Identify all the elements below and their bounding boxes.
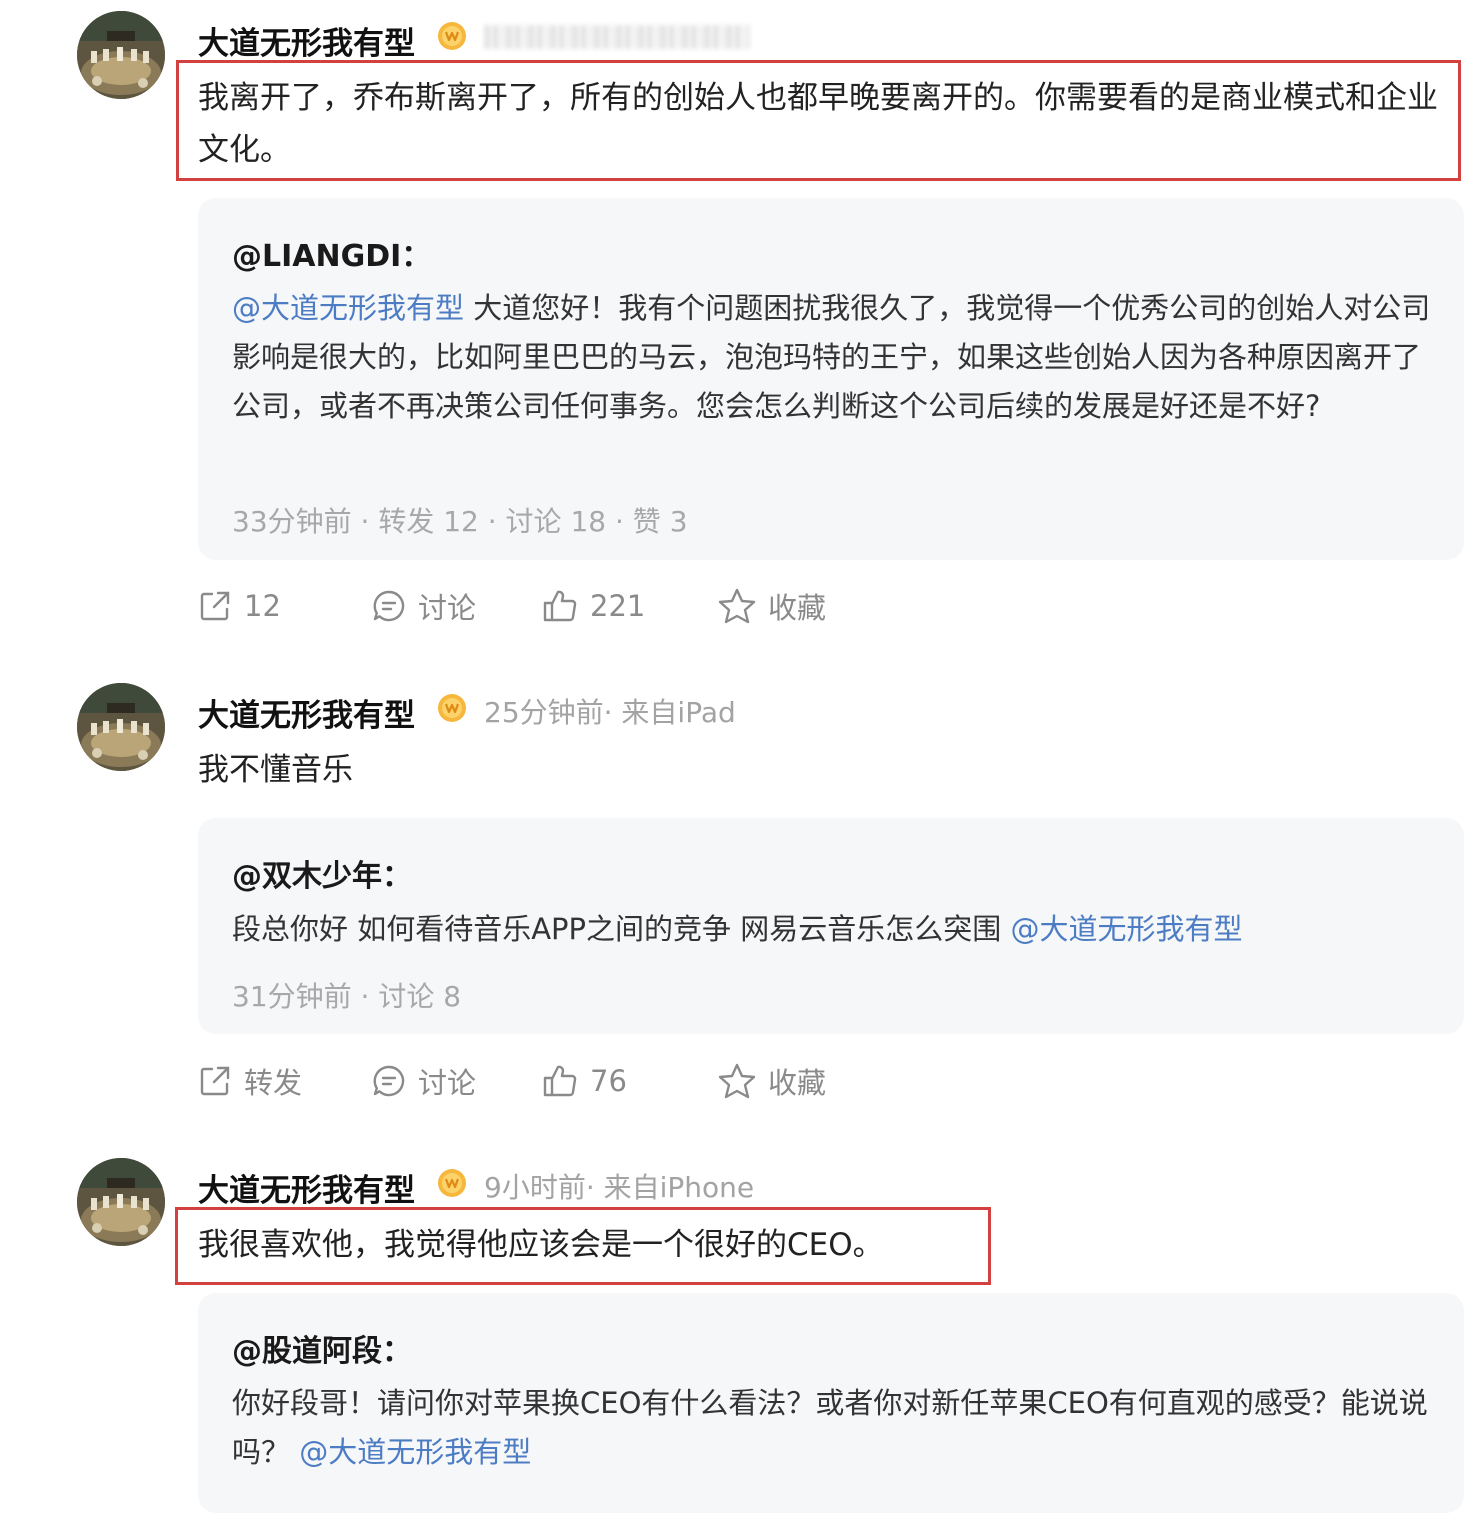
post-body: 我很喜欢他，我觉得他应该会是一个很好的CEO。 (198, 1227, 884, 1263)
mention-link[interactable]: @大道无形我有型 (1010, 912, 1242, 946)
quoted-user[interactable]: @双木少年： (232, 851, 412, 895)
quoted-meta: 33分钟前 · 转发 12 · 讨论 18 · 赞 3 (232, 505, 688, 538)
vip-badge-icon (437, 693, 467, 723)
comment-icon (372, 1064, 406, 1098)
avatar[interactable] (77, 1158, 165, 1246)
post-meta: 9小时前· 来自iPhone (484, 1171, 755, 1204)
author-name[interactable]: 大道无形我有型 (198, 18, 415, 63)
favorite-button[interactable]: 收藏 (718, 584, 826, 628)
post-2: 大道无形我有型 25分钟前· 来自iPad 我不懂音乐 @双木少年： 段总你好 … (0, 672, 1476, 1132)
quoted-body: 你好段哥！请问你对苹果换CEO有什么看法？或者你对新任苹果CEO有何直观的感受？… (232, 1379, 1432, 1477)
star-icon (718, 588, 756, 624)
share-label: 转发 (244, 1066, 303, 1100)
like-button[interactable]: 221 (542, 584, 645, 628)
avatar[interactable] (77, 11, 165, 99)
vip-badge-icon (437, 21, 467, 51)
share-button[interactable]: 12 (198, 584, 281, 628)
like-icon (542, 589, 578, 623)
favorite-label: 收藏 (768, 591, 827, 625)
quoted-post[interactable]: @LIANGDI： @大道无形我有型 大道您好！我有个问题困扰我很久了，我觉得一… (198, 198, 1464, 560)
post-3: 大道无形我有型 9小时前· 来自iPhone 我很喜欢他，我觉得他应该会是一个很… (0, 1147, 1476, 1513)
share-icon (198, 589, 232, 623)
like-button[interactable]: 76 (542, 1059, 627, 1103)
favorite-button[interactable]: 收藏 (718, 1059, 826, 1103)
post-body: 我离开了，乔布斯离开了，所有的创始人也都早晚要离开的。你需要看的是商业模式和企业… (198, 80, 1438, 168)
post-meta: 25分钟前· 来自iPad (484, 696, 736, 729)
like-count: 76 (590, 1064, 627, 1098)
favorite-label: 收藏 (768, 1066, 827, 1100)
comment-button[interactable]: 讨论 (372, 584, 476, 628)
quoted-text: 段总你好 如何看待音乐APP之间的竞争 网易云音乐怎么突围 (232, 912, 1011, 946)
quoted-post[interactable]: @股道阿段： 你好段哥！请问你对苹果换CEO有什么看法？或者你对新任苹果CEO有… (198, 1293, 1464, 1513)
author-name[interactable]: 大道无形我有型 (198, 1165, 415, 1210)
quoted-meta: 31分钟前 · 讨论 8 (232, 980, 462, 1013)
quoted-body: 段总你好 如何看待音乐APP之间的竞争 网易云音乐怎么突围 @大道无形我有型 (232, 905, 1432, 954)
action-bar: 转发 讨论 76 收藏 (198, 1059, 898, 1103)
star-icon (718, 1063, 756, 1099)
like-icon (542, 1064, 578, 1098)
quoted-user[interactable]: @LIANGDI： (232, 231, 431, 275)
comment-icon (372, 589, 406, 623)
mention-link[interactable]: @大道无形我有型 (299, 1435, 531, 1469)
comment-button[interactable]: 讨论 (372, 1059, 476, 1103)
avatar[interactable] (77, 683, 165, 771)
author-name[interactable]: 大道无形我有型 (198, 690, 415, 735)
like-count: 221 (590, 589, 646, 623)
quoted-body: @大道无形我有型 大道您好！我有个问题困扰我很久了，我觉得一个优秀公司的创始人对… (232, 284, 1432, 431)
redacted-meta (484, 25, 750, 49)
comment-label: 讨论 (418, 591, 477, 625)
comment-label: 讨论 (418, 1066, 477, 1100)
share-count: 12 (244, 589, 281, 623)
post-1: 大道无形我有型 我离开了，乔布斯离开了，所有的创始人也都早晚要离开的。你需要看的… (0, 0, 1476, 660)
quoted-user[interactable]: @股道阿段： (232, 1326, 412, 1370)
share-icon (198, 1064, 232, 1098)
vip-badge-icon (437, 1168, 467, 1198)
mention-link[interactable]: @大道无形我有型 (232, 291, 464, 325)
action-bar: 12 讨论 221 收藏 (198, 584, 898, 628)
post-body: 我不懂音乐 (198, 752, 353, 788)
share-button[interactable]: 转发 (198, 1059, 302, 1103)
quoted-post[interactable]: @双木少年： 段总你好 如何看待音乐APP之间的竞争 网易云音乐怎么突围 @大道… (198, 818, 1464, 1034)
